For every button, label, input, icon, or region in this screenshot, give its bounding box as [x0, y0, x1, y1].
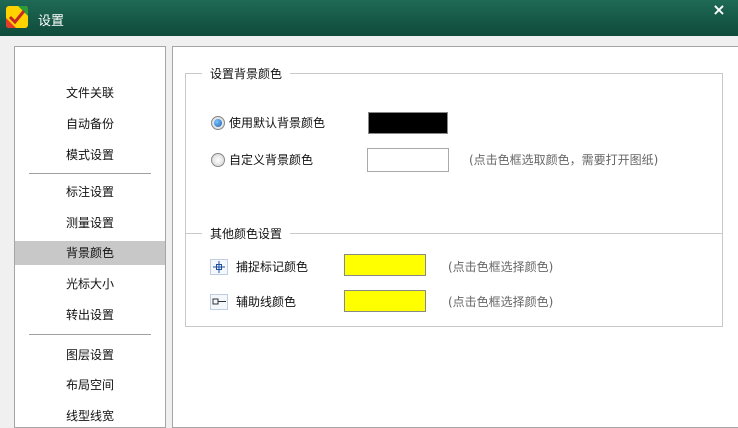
window-title: 设置	[38, 14, 65, 29]
snap-mark-color-swatch[interactable]	[344, 254, 426, 276]
sidebar-divider	[29, 173, 151, 174]
app-logo-icon	[6, 6, 28, 28]
settings-panel: 设置背景颜色 使用默认背景颜色 自定义背景颜色 (点击色框选取颜色，需要打开图纸…	[172, 46, 738, 428]
custom-color-hint: (点击色框选取颜色，需要打开图纸)	[469, 153, 659, 167]
background-color-group: 设置背景颜色 使用默认背景颜色 自定义背景颜色 (点击色框选取颜色，需要打开图纸…	[185, 65, 723, 234]
sidebar-item-file-association[interactable]: 文件关联	[15, 81, 165, 105]
sidebar-item-mode-settings[interactable]: 模式设置	[15, 143, 165, 167]
sidebar-divider	[29, 334, 151, 335]
sidebar-item-background-color[interactable]: 背景颜色	[15, 241, 165, 265]
close-button[interactable]: ×	[706, 0, 732, 20]
aux-line-label: 辅助线颜色	[236, 295, 297, 309]
aux-line-hint: (点击色框选择颜色)	[448, 295, 554, 309]
aux-line-icon	[210, 293, 228, 310]
crosshair-icon	[210, 258, 228, 275]
custom-background-label: 自定义背景颜色	[229, 153, 314, 167]
sidebar-item-layer-settings[interactable]: 图层设置	[15, 343, 165, 367]
dialog-body: 文件关联 自动备份 模式设置 标注设置 测量设置 背景颜色 光标大小 转出设置 …	[0, 36, 738, 428]
snap-mark-hint: (点击色框选择颜色)	[448, 260, 554, 274]
sidebar-item-line-type-width[interactable]: 线型线宽	[15, 404, 165, 428]
settings-sidebar: 文件关联 自动备份 模式设置 标注设置 测量设置 背景颜色 光标大小 转出设置 …	[14, 46, 166, 428]
snap-mark-label: 捕捉标记颜色	[236, 260, 309, 274]
default-background-radio[interactable]	[211, 115, 225, 130]
default-background-option[interactable]: 使用默认背景颜色	[211, 114, 325, 131]
sidebar-item-export-settings[interactable]: 转出设置	[15, 303, 165, 327]
aux-line-color-swatch[interactable]	[344, 290, 426, 312]
sidebar-item-auto-backup[interactable]: 自动备份	[15, 112, 165, 136]
snap-mark-color-row: 捕捉标记颜色	[210, 258, 308, 275]
other-group-legend: 其他颜色设置	[202, 225, 291, 242]
custom-color-swatch[interactable]	[367, 148, 449, 172]
title-bar: 设置 ×	[0, 0, 738, 36]
custom-background-option[interactable]: 自定义背景颜色	[211, 151, 313, 168]
background-group-legend: 设置背景颜色	[202, 65, 291, 82]
sidebar-item-measure-settings[interactable]: 测量设置	[15, 211, 165, 235]
default-background-label: 使用默认背景颜色	[229, 116, 326, 130]
aux-line-color-row: 辅助线颜色	[210, 293, 296, 310]
other-color-group: 其他颜色设置 捕捉标记颜色 (点击色框选择颜色) 辅助线颜色 (点击色框选择颜色…	[185, 225, 723, 327]
custom-background-radio[interactable]	[211, 152, 225, 167]
sidebar-item-layout-space[interactable]: 布局空间	[15, 373, 165, 397]
default-color-swatch[interactable]	[368, 112, 448, 134]
sidebar-item-cursor-size[interactable]: 光标大小	[15, 272, 165, 296]
sidebar-item-annotation-settings[interactable]: 标注设置	[15, 180, 165, 204]
